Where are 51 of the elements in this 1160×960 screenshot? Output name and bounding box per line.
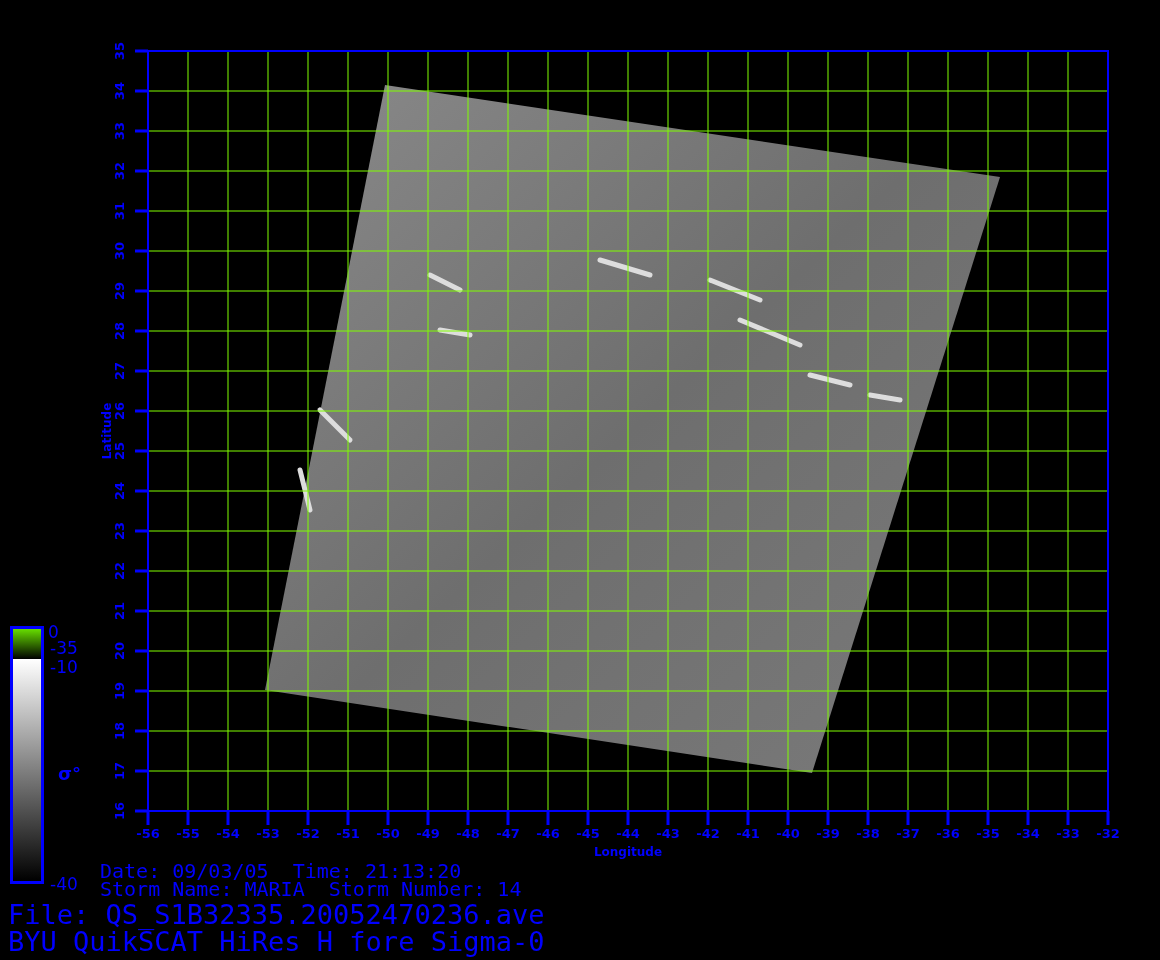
axis-tick-label: 19 (112, 681, 127, 701)
axis-tick-label: 16 (112, 801, 127, 821)
axis-tick-label: 20 (112, 641, 127, 661)
axis-tick-label: -34 (1016, 826, 1040, 841)
axis-tick-label: 18 (112, 721, 127, 741)
axis-tick-label: 28 (112, 321, 127, 341)
axis-tick-label: -40 (776, 826, 800, 841)
axis-tick-label: -38 (856, 826, 880, 841)
axis-tick-label: -50 (376, 826, 400, 841)
axis-tick-label: -45 (576, 826, 600, 841)
axis-tick-label: -36 (936, 826, 960, 841)
axis-tick-label: 31 (112, 201, 127, 221)
axis-tick-label: -42 (696, 826, 720, 841)
axis-tick-label: -41 (736, 826, 760, 841)
axis-tick-label: 33 (112, 121, 127, 141)
colorbar-label: -40 (50, 874, 78, 894)
axis-tick-label: -56 (136, 826, 160, 841)
axis-tick-label: 23 (112, 521, 127, 541)
axis-tick-label: -43 (656, 826, 680, 841)
axis-tick-label: 32 (112, 161, 127, 181)
axis-title: Longitude (593, 845, 663, 859)
axis-tick-label: -47 (496, 826, 520, 841)
axis-tick-label: -37 (896, 826, 920, 841)
axis-tick-label: -35 (976, 826, 1000, 841)
sigma-symbol: σ° (58, 763, 82, 784)
axis-tick-label: -51 (336, 826, 360, 841)
axis-tick-label: -54 (216, 826, 240, 841)
axis-tick-label: -52 (296, 826, 320, 841)
axis-tick-label: -48 (456, 826, 480, 841)
axis-tick-label: -39 (816, 826, 840, 841)
file-name: File: QS_S1B32335.20052470236.ave (8, 899, 545, 930)
axis-tick-label: -44 (616, 826, 640, 841)
axis-tick-label: 35 (112, 41, 127, 61)
axis-tick-label: -46 (536, 826, 560, 841)
axis-tick-label: 27 (112, 361, 127, 381)
axis-tick-label: -33 (1056, 826, 1080, 841)
axis-tick-label: 30 (112, 241, 127, 261)
axis-tick-label: -49 (416, 826, 440, 841)
axis-tick-label: 26 (112, 401, 127, 421)
axis-tick-label: 29 (112, 281, 127, 301)
axis-tick-label: 34 (112, 81, 127, 101)
axis-tick-label: 21 (112, 601, 127, 621)
axis-tick-label: -55 (176, 826, 200, 841)
colorbar-label: -10 (50, 657, 78, 677)
axis-tick-label: 25 (112, 441, 127, 461)
axis-tick-label: 17 (112, 761, 127, 781)
axis-tick-label: -32 (1096, 826, 1120, 841)
axis-tick-label: -53 (256, 826, 280, 841)
axis-tick-label: 24 (112, 481, 127, 501)
axis-title: Latitude (100, 402, 114, 460)
axis-tick-label: 22 (112, 561, 127, 581)
